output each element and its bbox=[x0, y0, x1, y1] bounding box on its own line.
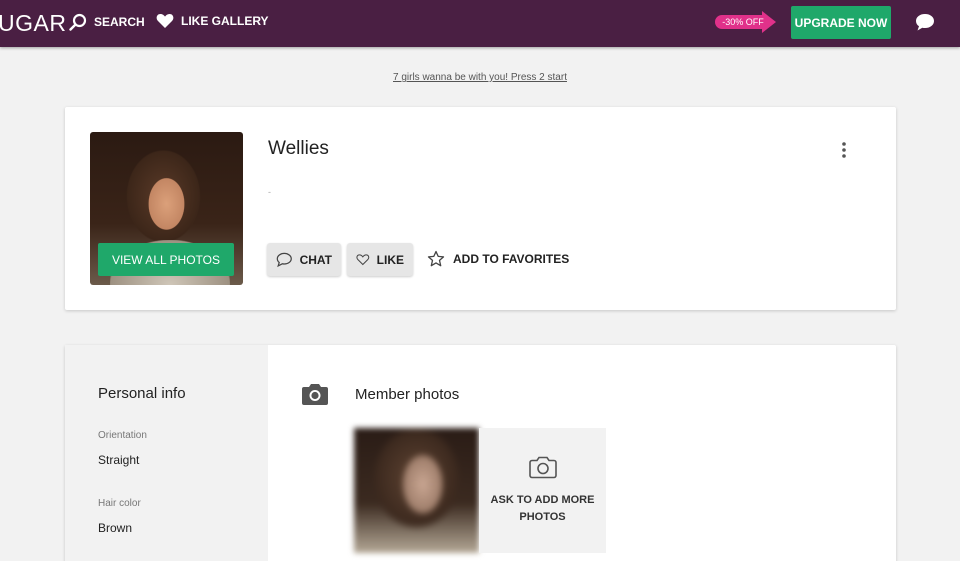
add-to-favorites-button[interactable]: ADD TO FAVORITES bbox=[427, 250, 569, 268]
profile-avatar[interactable]: VIEW ALL PHOTOS bbox=[90, 132, 243, 285]
search-icon bbox=[69, 13, 87, 31]
personal-info-title: Personal info bbox=[98, 385, 186, 402]
chat-bubble-icon[interactable] bbox=[914, 12, 936, 32]
hair-color-value: Brown bbox=[98, 521, 133, 535]
like-button-label: LIKE bbox=[376, 252, 404, 267]
profile-info-card: Personal info Orientation Straight Hair … bbox=[65, 345, 896, 561]
heart-icon bbox=[156, 14, 174, 28]
upgrade-now-button[interactable]: UPGRADE NOW bbox=[791, 6, 891, 39]
search-nav-label: SEARCH bbox=[94, 15, 145, 29]
search-nav-link[interactable]: SEARCH bbox=[69, 13, 145, 31]
add-to-favorites-label: ADD TO FAVORITES bbox=[453, 252, 570, 266]
star-outline-icon bbox=[427, 250, 445, 267]
member-photos-title: Member photos bbox=[355, 386, 460, 403]
matches-promo-link[interactable]: 7 girls wanna be with you! Press 2 start bbox=[0, 72, 960, 83]
discount-badge-label: -30% OFF bbox=[722, 17, 764, 27]
top-nav-bar: UGAR SEARCH LIKE GALLERY -30% OFF UPGRAD… bbox=[0, 0, 960, 47]
chat-button-label: CHAT bbox=[299, 252, 332, 267]
camera-icon bbox=[302, 384, 328, 405]
orientation-value: Straight bbox=[98, 453, 140, 467]
profile-card: VIEW ALL PHOTOS Wellies - CHAT LIKE ADD … bbox=[65, 107, 896, 310]
like-gallery-nav-link[interactable]: LIKE GALLERY bbox=[156, 13, 269, 29]
profile-name: Wellies bbox=[268, 138, 329, 159]
site-logo[interactable]: UGAR bbox=[0, 10, 66, 37]
like-button[interactable]: LIKE bbox=[347, 243, 413, 276]
camera-outline-icon bbox=[529, 456, 557, 479]
profile-status: - bbox=[268, 187, 271, 197]
orientation-label: Orientation bbox=[98, 430, 147, 441]
personal-info-panel: Personal info Orientation Straight Hair … bbox=[65, 345, 268, 561]
hair-color-label: Hair color bbox=[98, 498, 141, 509]
like-gallery-nav-label: LIKE GALLERY bbox=[181, 14, 269, 28]
member-photo-thumbnail[interactable] bbox=[354, 428, 479, 553]
discount-badge[interactable]: -30% OFF bbox=[714, 11, 776, 33]
view-all-photos-button[interactable]: VIEW ALL PHOTOS bbox=[98, 243, 234, 276]
ask-more-photos-button[interactable]: ASK TO ADD MORE PHOTOS bbox=[479, 428, 606, 553]
heart-outline-icon bbox=[356, 254, 370, 266]
chat-button[interactable]: CHAT bbox=[267, 243, 341, 276]
ask-more-photos-label: ASK TO ADD MORE PHOTOS bbox=[490, 494, 595, 523]
chat-outline-icon bbox=[276, 252, 292, 268]
more-options-icon[interactable] bbox=[841, 141, 847, 159]
